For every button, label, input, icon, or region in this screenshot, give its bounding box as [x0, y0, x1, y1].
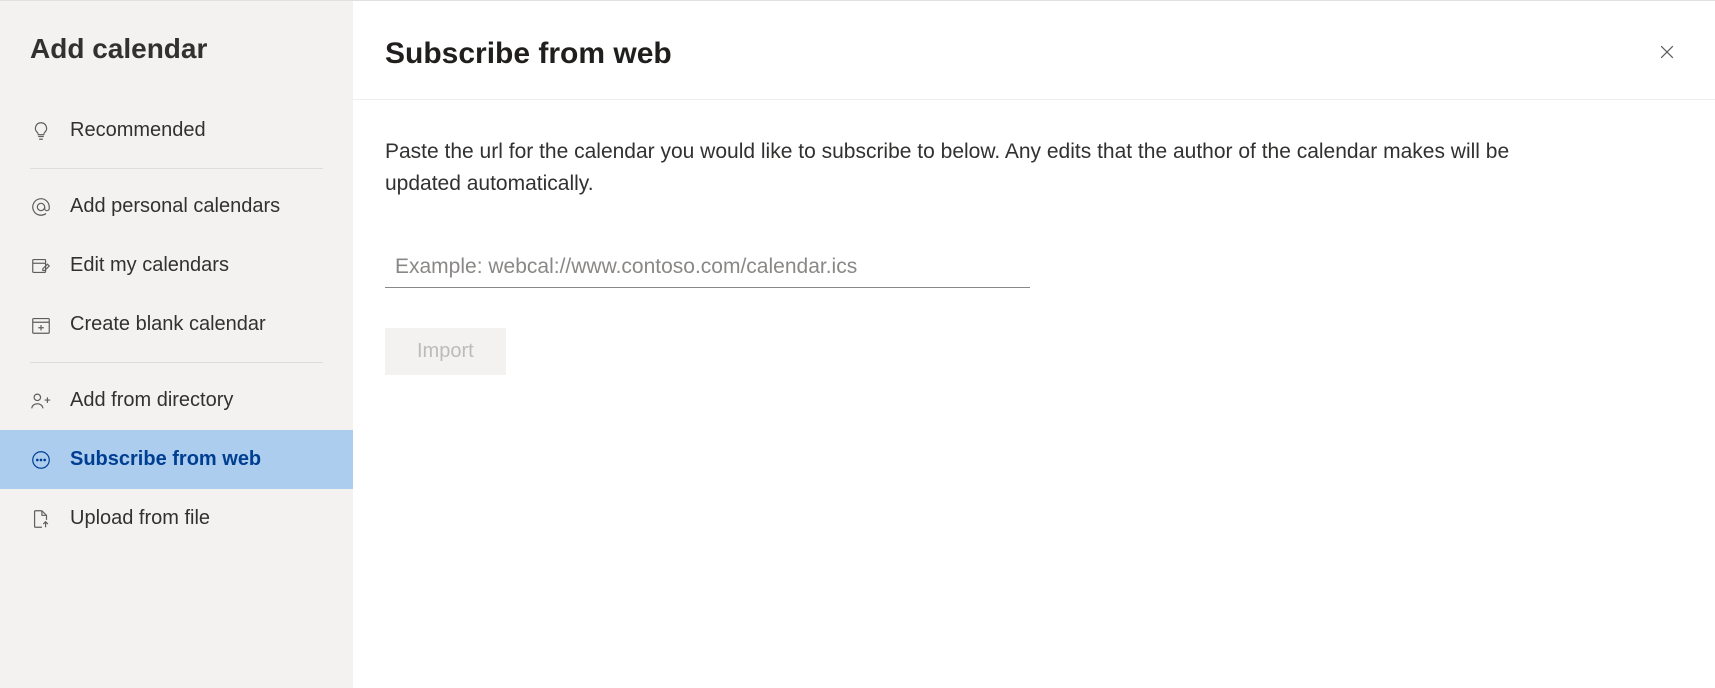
sidebar-item-recommended[interactable]: Recommended: [0, 101, 353, 160]
calendar-plus-icon: [30, 314, 52, 336]
sidebar-group-1: Recommended: [30, 93, 323, 168]
main-panel: Subscribe from web Paste the url for the…: [353, 1, 1715, 688]
page-title: Subscribe from web: [385, 37, 672, 71]
sidebar-group-3: Add from directory Subscribe from web Up…: [30, 362, 323, 556]
main-header: Subscribe from web: [353, 1, 1715, 100]
sidebar-item-label: Subscribe from web: [70, 448, 261, 471]
lightbulb-icon: [30, 120, 52, 142]
description-text: Paste the url for the calendar you would…: [385, 136, 1545, 199]
file-upload-icon: [30, 508, 52, 530]
at-icon: [30, 196, 52, 218]
sidebar-item-create-blank[interactable]: Create blank calendar: [0, 295, 353, 354]
sidebar-item-label: Upload from file: [70, 507, 210, 530]
sidebar-item-label: Recommended: [70, 119, 206, 142]
sidebar-item-label: Add from directory: [70, 389, 233, 412]
sidebar-item-label: Add personal calendars: [70, 195, 280, 218]
sidebar-item-upload-file[interactable]: Upload from file: [0, 489, 353, 548]
people-icon: [30, 390, 52, 412]
sidebar-item-subscribe-web[interactable]: Subscribe from web: [0, 430, 353, 489]
sidebar-item-edit-my[interactable]: Edit my calendars: [0, 236, 353, 295]
edit-calendar-icon: [30, 255, 52, 277]
import-button[interactable]: Import: [385, 328, 506, 375]
close-icon: [1657, 42, 1677, 67]
close-button[interactable]: [1651, 38, 1683, 70]
sidebar-title: Add calendar: [0, 33, 353, 93]
web-dots-icon: [30, 449, 52, 471]
sidebar-item-add-directory[interactable]: Add from directory: [0, 371, 353, 430]
sidebar: Add calendar Recommended Add personal ca…: [0, 1, 353, 688]
sidebar-item-add-personal[interactable]: Add personal calendars: [0, 177, 353, 236]
sidebar-item-label: Create blank calendar: [70, 313, 266, 336]
sidebar-group-2: Add personal calendars Edit my calendars…: [30, 168, 323, 362]
calendar-url-input[interactable]: [385, 247, 1030, 288]
main-body: Paste the url for the calendar you would…: [353, 100, 1715, 411]
sidebar-item-label: Edit my calendars: [70, 254, 229, 277]
